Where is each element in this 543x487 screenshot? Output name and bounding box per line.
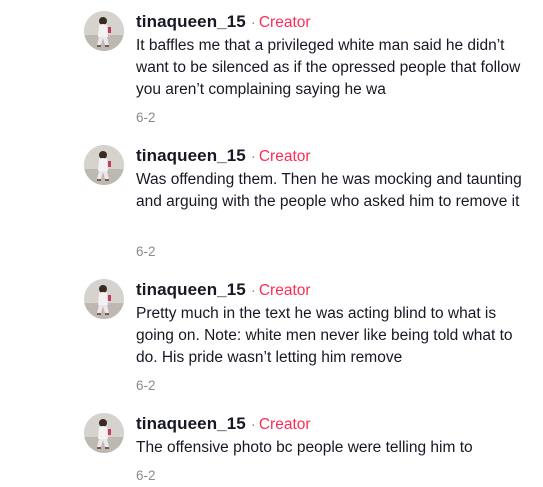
comment-body: tinaqueen_15 · Creator The offensive photo… [136, 413, 531, 459]
user-avatar-icon [84, 145, 124, 185]
separator-dot: · [250, 282, 256, 299]
creator-badge: Creator [258, 148, 311, 165]
creator-badge: Creator [258, 416, 311, 433]
username-link[interactable]: tinaqueen_15 [136, 146, 246, 165]
comment-header: tinaqueen_15 · Creator [136, 11, 531, 33]
comment-text: Pretty much in the text he was acting bl… [136, 305, 513, 366]
comment-header: tinaqueen_15 · Creator [136, 145, 531, 167]
comment-date: 6-2 [136, 244, 156, 259]
username-link[interactable]: tinaqueen_15 [136, 12, 246, 31]
user-avatar-icon [84, 413, 124, 453]
creator-badge: Creator [258, 282, 311, 299]
comment-body: tinaqueen_15 · Creator Was offending them.… [136, 145, 531, 213]
avatar[interactable] [84, 11, 124, 51]
comment-header: tinaqueen_15 · Creator [136, 413, 531, 435]
username-link[interactable]: tinaqueen_15 [136, 280, 246, 299]
separator-dot: · [250, 416, 256, 433]
user-avatar-icon [84, 11, 124, 51]
comment-text: It baffles me that a privileged white ma… [136, 37, 521, 98]
comment-text: Was offending them. Then he was mocking … [136, 171, 522, 210]
avatar[interactable] [84, 145, 124, 185]
separator-dot: · [250, 14, 256, 31]
user-avatar-icon [84, 279, 124, 319]
username-link[interactable]: tinaqueen_15 [136, 414, 246, 433]
separator-dot: · [250, 148, 256, 165]
comment-body: tinaqueen_15 · Creator It baffles me that … [136, 11, 531, 101]
comment-date: 6-2 [136, 378, 156, 393]
comment-date: 6-2 [136, 468, 156, 483]
comment-text: The offensive photo bc people were telli… [136, 439, 473, 456]
comment-body: tinaqueen_15 · Creator Pretty much in the … [136, 279, 531, 369]
creator-badge: Creator [258, 14, 311, 31]
avatar[interactable] [84, 413, 124, 453]
comment-header: tinaqueen_15 · Creator [136, 279, 531, 301]
comment-date: 6-2 [136, 110, 156, 125]
avatar[interactable] [84, 279, 124, 319]
